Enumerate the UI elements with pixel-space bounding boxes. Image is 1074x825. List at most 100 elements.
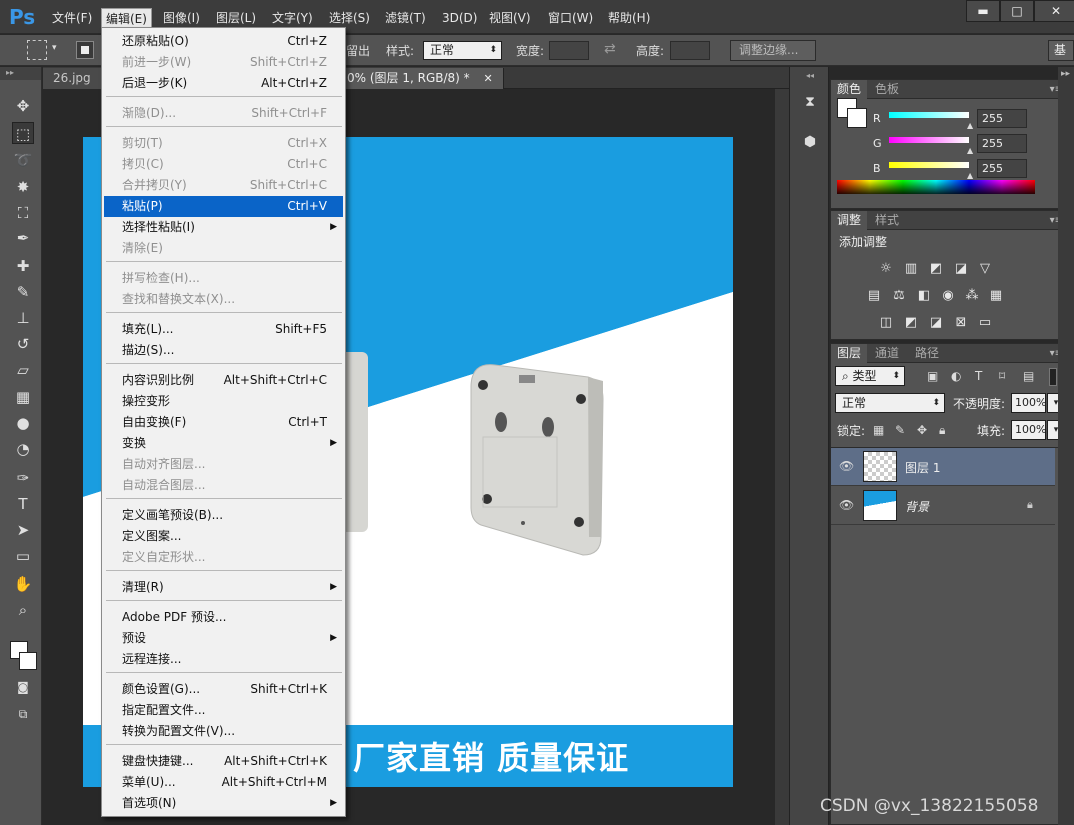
quick-mask-icon[interactable]: ◙	[12, 676, 34, 698]
type-tool-icon[interactable]: T	[12, 493, 34, 515]
menu-item-undo-paste[interactable]: 还原粘贴(O) Ctrl+Z	[104, 31, 343, 52]
slider-knob-icon[interactable]: ▲	[967, 171, 975, 180]
move-tool-icon[interactable]: ✥	[12, 95, 34, 117]
menu-type[interactable]: 文字(Y)	[268, 8, 317, 28]
slider-g[interactable]	[889, 137, 969, 143]
menu-layer[interactable]: 图层(L)	[212, 8, 260, 28]
blur-tool-icon[interactable]: ●	[12, 412, 34, 434]
color-lookup-icon[interactable]: ▦	[987, 288, 1005, 304]
filter-smart-object-icon[interactable]: ▤	[1023, 369, 1034, 383]
menu-item-fade[interactable]: 渐隐(D)... Shift+Ctrl+F	[104, 103, 343, 124]
menu-item-content-aware-scale[interactable]: 内容识别比例 Alt+Shift+Ctrl+C	[104, 370, 343, 391]
lock-transparent-icon[interactable]: ▦	[873, 423, 884, 437]
menu-image[interactable]: 图像(I)	[159, 8, 204, 28]
selective-color-icon[interactable]: ⊠	[952, 315, 970, 331]
tab-styles[interactable]: 样式	[869, 211, 905, 230]
menu-item-menus[interactable]: 菜单(U)... Alt+Shift+Ctrl+M	[104, 772, 343, 793]
menu-view[interactable]: 视图(V)	[485, 8, 535, 28]
history-panel-icon[interactable]: ⧗	[801, 93, 819, 111]
posterize-icon[interactable]: ◩	[902, 315, 920, 331]
pen-tool-icon[interactable]: ✑	[12, 467, 34, 489]
menu-item-transform[interactable]: 变换 ▶	[104, 433, 343, 454]
levels-icon[interactable]: ▥	[902, 261, 920, 277]
menu-3d[interactable]: 3D(D)	[438, 8, 481, 28]
menu-item-convert-profile[interactable]: 转换为配置文件(V)...	[104, 721, 343, 742]
panel-scrollbar[interactable]: ▸▸	[1058, 67, 1074, 825]
marquee-tool-icon[interactable]: ⬚	[12, 122, 34, 144]
menu-item-remote-connections[interactable]: 远程连接...	[104, 649, 343, 670]
magic-wand-icon[interactable]: ✸	[12, 176, 34, 198]
menu-item-assign-profile[interactable]: 指定配置文件...	[104, 700, 343, 721]
menu-item-fill[interactable]: 填充(L)... Shift+F5	[104, 319, 343, 340]
slider-b[interactable]	[889, 162, 969, 168]
tab-swatches[interactable]: 色板	[869, 80, 905, 99]
style-select[interactable]: 正常 ⬍	[423, 41, 502, 60]
menu-item-copy[interactable]: 拷贝(C) Ctrl+C	[104, 154, 343, 175]
lasso-tool-icon[interactable]: ➰	[12, 149, 34, 171]
gradient-map-icon[interactable]: ▭	[976, 315, 994, 331]
menu-item-find-replace[interactable]: 查找和替换文本(X)...	[104, 289, 343, 310]
panel-collapse-icon[interactable]: ▸▸	[1061, 69, 1070, 79]
filter-toggle[interactable]	[1049, 368, 1057, 386]
color-spectrum[interactable]	[837, 180, 1035, 194]
menu-item-step-backward[interactable]: 后退一步(K) Alt+Ctrl+Z	[104, 73, 343, 94]
color-background-swatch[interactable]	[847, 108, 867, 128]
brush-tool-icon[interactable]: ✎	[12, 281, 34, 303]
menu-file[interactable]: 文件(F)	[48, 8, 96, 28]
lock-pixels-icon[interactable]: ✎	[895, 423, 905, 437]
menu-item-free-transform[interactable]: 自由变换(F) Ctrl+T	[104, 412, 343, 433]
rectangle-tool-icon[interactable]: ▭	[12, 545, 34, 567]
healing-brush-icon[interactable]: ✚	[12, 255, 34, 277]
visibility-eye-icon[interactable]: 👁︎	[839, 459, 854, 473]
visibility-eye-icon[interactable]: 👁︎	[839, 498, 854, 512]
path-select-icon[interactable]: ➤	[12, 519, 34, 541]
filter-type-icon[interactable]: T	[975, 369, 982, 383]
menu-item-auto-blend[interactable]: 自动混合图层...	[104, 475, 343, 496]
value-r[interactable]: 255	[977, 109, 1027, 128]
exposure-icon[interactable]: ◪	[952, 261, 970, 277]
fill-field[interactable]: 100%	[1011, 420, 1046, 440]
menu-item-step-forward[interactable]: 前进一步(W) Shift+Ctrl+Z	[104, 52, 343, 73]
menu-item-preferences[interactable]: 首选项(N) ▶	[104, 793, 343, 814]
collapse-icon[interactable]: ◂◂	[801, 67, 819, 85]
filter-shape-icon[interactable]: ⌑	[999, 369, 1005, 383]
menu-item-paste-special[interactable]: 选择性粘贴(I) ▶	[104, 217, 343, 238]
preset-dropdown-arrow-icon[interactable]: ▾	[52, 43, 57, 53]
document-scrollbar[interactable]	[775, 89, 789, 825]
rect-marquee-preset-icon[interactable]	[27, 40, 47, 60]
slider-r[interactable]	[889, 112, 969, 118]
menu-item-copy-merged[interactable]: 合并拷贝(Y) Shift+Ctrl+C	[104, 175, 343, 196]
tab-26jpg[interactable]: 26.jpg @	[43, 68, 103, 89]
width-field[interactable]	[549, 41, 589, 60]
dodge-tool-icon[interactable]: ◔	[12, 438, 34, 460]
filter-pixel-icon[interactable]: ▣	[927, 369, 938, 383]
menu-item-pdf-presets[interactable]: Adobe PDF 预设...	[104, 607, 343, 628]
threshold-icon[interactable]: ◪	[927, 315, 945, 331]
toolbox-collapse-icon[interactable]: ▸▸	[0, 67, 41, 80]
layer-row-background[interactable]: 👁︎ 背景 🔒︎	[831, 487, 1055, 525]
hue-saturation-icon[interactable]: ▤	[865, 288, 883, 304]
filter-adjustment-icon[interactable]: ◐	[951, 369, 961, 383]
menu-item-define-shape[interactable]: 定义自定形状...	[104, 547, 343, 568]
invert-icon[interactable]: ◫	[877, 315, 895, 331]
curves-icon[interactable]: ◩	[927, 261, 945, 277]
menu-item-stroke[interactable]: 描边(S)...	[104, 340, 343, 361]
eraser-icon[interactable]: ▱	[12, 359, 34, 381]
channel-mixer-icon[interactable]: ⁂	[963, 288, 981, 304]
tab-layers[interactable]: 图层	[831, 344, 868, 363]
menu-item-puppet-warp[interactable]: 操控变形	[104, 391, 343, 412]
lock-all-icon[interactable]: 🔒︎	[939, 423, 945, 438]
height-field[interactable]	[670, 41, 710, 60]
menu-item-presets[interactable]: 预设 ▶	[104, 628, 343, 649]
menu-item-define-pattern[interactable]: 定义图案...	[104, 526, 343, 547]
menu-item-clear[interactable]: 清除(E)	[104, 238, 343, 259]
color-balance-icon[interactable]: ⚖	[890, 288, 908, 304]
menu-help[interactable]: 帮助(H)	[604, 8, 654, 28]
tab-adjustments[interactable]: 调整	[831, 211, 868, 230]
menu-item-spell-check[interactable]: 拼写检查(H)...	[104, 268, 343, 289]
menu-item-cut[interactable]: 剪切(T) Ctrl+X	[104, 133, 343, 154]
close-button[interactable]: ✕	[1034, 0, 1074, 22]
value-g[interactable]: 255	[977, 134, 1027, 153]
gradient-tool-icon[interactable]: ▦	[12, 386, 34, 408]
layer-row-layer1[interactable]: 👁︎ 图层 1	[831, 448, 1055, 486]
